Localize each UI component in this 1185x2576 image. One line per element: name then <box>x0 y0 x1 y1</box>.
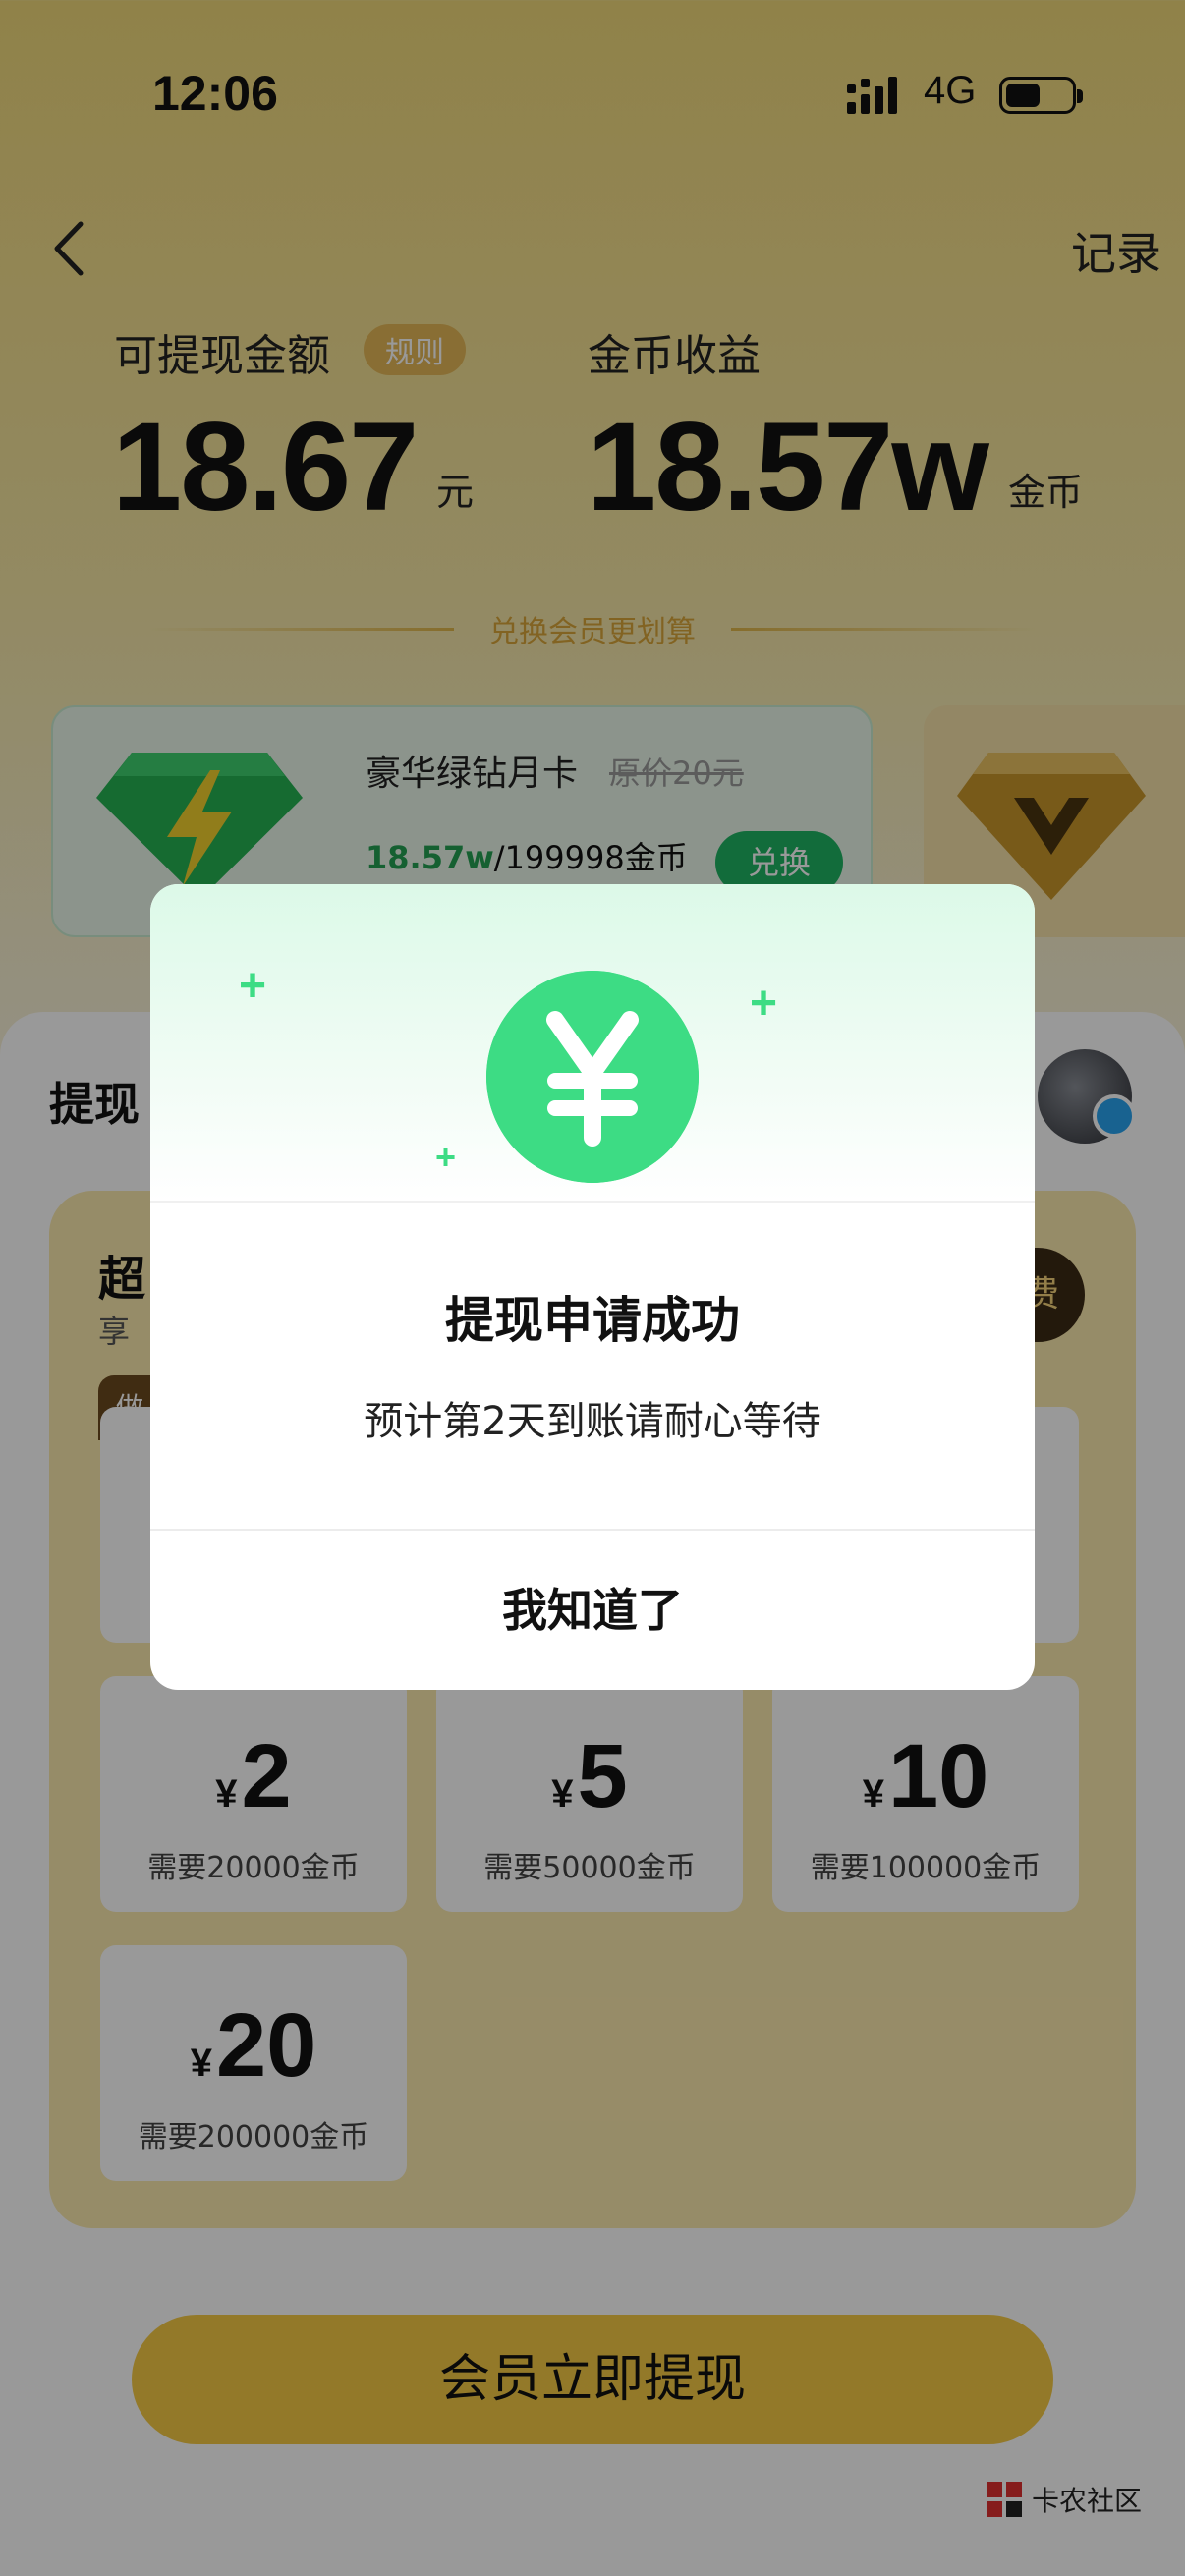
sparkle-icon: + <box>435 1137 457 1177</box>
success-dialog: + + + 提现申请成功 预计第2天到账请耐心等待 我知道了 <box>150 884 1035 1690</box>
sparkle-icon: + <box>239 960 267 1012</box>
dialog-confirm-button[interactable]: 我知道了 <box>150 1531 1035 1690</box>
yuan-coin-icon <box>486 971 699 1183</box>
sparkle-icon: + <box>750 978 778 1030</box>
dialog-title: 提现申请成功 <box>445 1292 740 1349</box>
dialog-divider <box>150 1201 1035 1203</box>
dialog-message: 预计第2天到账请耐心等待 <box>364 1399 821 1444</box>
